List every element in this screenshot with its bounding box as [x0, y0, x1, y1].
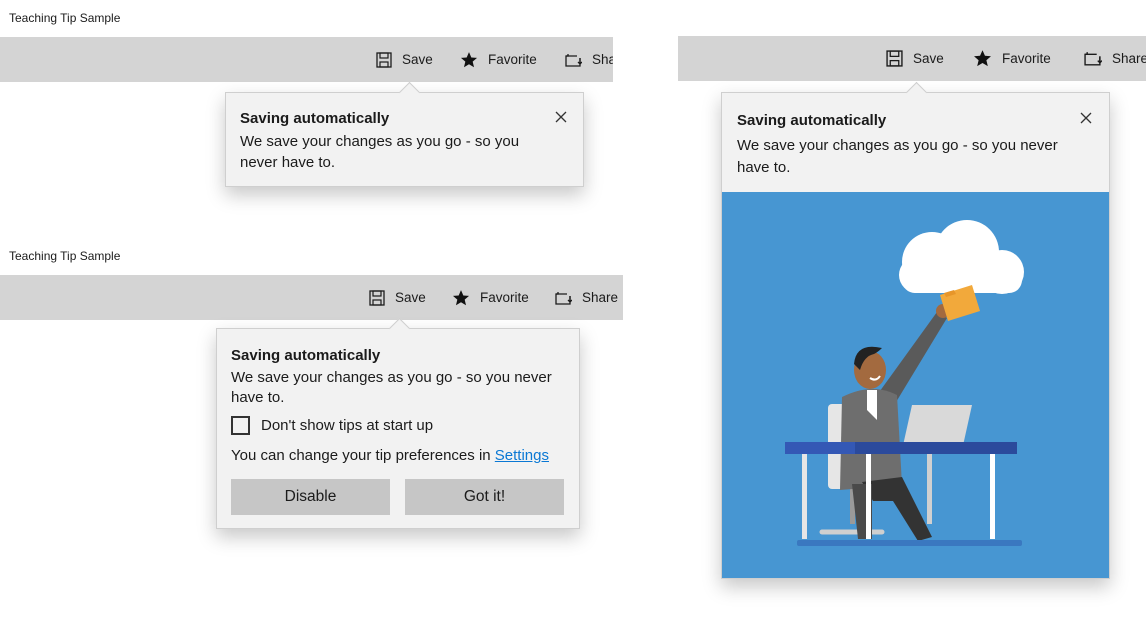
sample-caption: Teaching Tip Sample — [9, 249, 121, 263]
dont-show-tips-checkbox-row[interactable]: Don't show tips at start up — [231, 416, 433, 435]
share-icon — [555, 291, 572, 305]
teaching-tip: Saving automatically We save your change… — [216, 317, 580, 529]
tip-preferences-text: You can change your tip preferences in S… — [231, 447, 549, 464]
teaching-tip: Saving automatically We save your change… — [225, 81, 584, 187]
share-label: Share — [1112, 51, 1146, 66]
command-bar: Save Favorite Share — [0, 275, 623, 320]
star-icon — [460, 51, 478, 67]
share-label: Share — [592, 52, 613, 67]
star-icon — [974, 50, 991, 67]
star-icon — [452, 289, 470, 305]
share-icon — [565, 53, 582, 67]
command-bar: Save Favorite Share — [678, 36, 1146, 81]
tip-subtitle: We save your changes as you go - so you … — [240, 133, 520, 171]
tip-title: Saving automatically — [240, 110, 390, 127]
tip-subtitle: We save your changes as you go - so you … — [737, 137, 1058, 176]
sample-caption: Teaching Tip Sample — [9, 11, 121, 25]
favorite-label: Favorite — [1002, 51, 1051, 66]
tip-title: Saving automatically — [231, 347, 381, 364]
cloud-shape — [899, 220, 1024, 294]
save-button[interactable]: Save — [886, 36, 944, 81]
save-label: Save — [395, 290, 426, 305]
command-bar: Save Favorite Share — [0, 37, 613, 82]
got-it-button[interactable]: Got it! — [405, 479, 564, 515]
dont-show-tips-checkbox[interactable] — [231, 416, 250, 435]
save-icon — [886, 50, 903, 67]
favorite-label: Favorite — [480, 290, 529, 305]
pref-text: You can change your tip preferences in — [231, 447, 495, 464]
tip-beak — [398, 81, 421, 104]
save-label: Save — [402, 52, 433, 67]
save-icon — [376, 51, 392, 68]
settings-link[interactable]: Settings — [495, 447, 549, 464]
checkbox-label: Don't show tips at start up — [261, 417, 434, 434]
save-label: Save — [913, 51, 944, 66]
favorite-button[interactable]: Favorite — [973, 36, 1051, 81]
tip-title: Saving automatically — [737, 112, 887, 129]
share-button[interactable]: Share — [565, 37, 613, 82]
save-icon — [369, 289, 385, 306]
share-button[interactable]: Share — [555, 275, 618, 320]
tip-beak — [905, 81, 928, 104]
save-button[interactable]: Save — [376, 37, 433, 82]
favorite-label: Favorite — [488, 52, 537, 67]
person-uploading-to-cloud-illustration — [785, 220, 1024, 546]
tip-subtitle: We save your changes as you go - so you … — [231, 369, 552, 406]
tip-beak — [388, 317, 411, 340]
teaching-tip-with-hero: Saving automatically We save your change… — [721, 81, 1110, 579]
close-icon[interactable] — [554, 110, 568, 124]
share-label: Share — [582, 290, 619, 305]
share-icon — [1084, 52, 1102, 66]
disable-button[interactable]: Disable — [231, 479, 390, 515]
hero-image — [722, 192, 1109, 578]
share-button[interactable]: Share — [1084, 36, 1146, 81]
favorite-button[interactable]: Favorite — [460, 37, 537, 82]
favorite-button[interactable]: Favorite — [452, 275, 529, 320]
save-button[interactable]: Save — [369, 275, 426, 320]
close-icon[interactable] — [1079, 111, 1093, 125]
